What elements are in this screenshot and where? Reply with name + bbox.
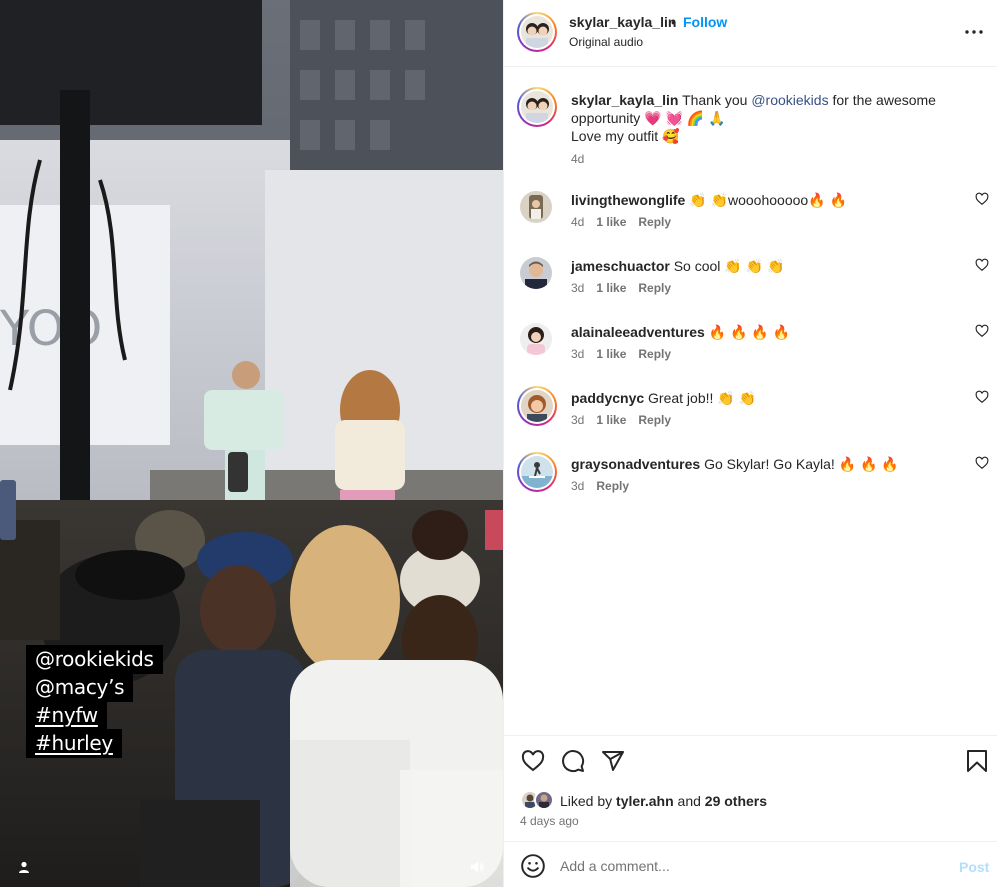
comment-text: 👏 👏wooohooooo🔥 🔥 xyxy=(689,192,847,208)
reply-button[interactable]: Reply xyxy=(596,479,629,493)
caption-line-2: Love my outfit 🥰 xyxy=(571,128,680,144)
comment-item: livingthewonglife 👏 👏wooohooooo🔥 🔥 4d 1 l… xyxy=(504,191,997,257)
post-comment-button[interactable]: Post xyxy=(959,859,989,875)
more-options-button[interactable] xyxy=(962,20,986,44)
comment-time[interactable]: 3d xyxy=(571,347,584,361)
overlay-tag-macys: @macy’s xyxy=(26,673,134,702)
comment-time[interactable]: 3d xyxy=(571,413,584,427)
comment-username[interactable]: paddycnyc xyxy=(571,390,644,406)
comment-item: alainaleeadventures 🔥 🔥 🔥 🔥 3d 1 like Repl… xyxy=(504,323,997,389)
reply-button[interactable]: Reply xyxy=(638,215,671,229)
overlay-tag-rookiekids: @rookiekids xyxy=(26,645,163,674)
comment-item: jameschuactor So cool 👏 👏 👏 3d 1 like Repl… xyxy=(504,257,997,323)
liker-username[interactable]: tyler.ahn xyxy=(616,793,674,809)
author-avatar[interactable] xyxy=(517,12,557,52)
heart-icon xyxy=(521,750,545,772)
comment-like-count[interactable]: 1 like xyxy=(596,281,626,295)
likes-others-link[interactable]: 29 others xyxy=(705,793,767,809)
post-details-panel: skylar_kayla_lin • Follow Original audio… xyxy=(503,0,997,887)
comment-time[interactable]: 4d xyxy=(571,215,584,229)
comments-list[interactable]: skylar_kayla_lin Thank you @rookiekids f… xyxy=(504,68,997,735)
mute-toggle-button[interactable] xyxy=(463,853,491,881)
liker-avatar xyxy=(534,790,554,810)
likes-text: Liked by tyler.ahn and 29 others xyxy=(560,793,767,809)
comment-text: Great job!! 👏 👏 xyxy=(648,390,757,406)
comment-input[interactable] xyxy=(560,853,940,879)
share-button[interactable] xyxy=(600,748,626,774)
speaker-icon xyxy=(471,861,484,873)
emoji-picker-button[interactable] xyxy=(520,853,546,879)
heart-icon[interactable] xyxy=(975,324,989,338)
heart-icon[interactable] xyxy=(975,192,989,206)
smiley-icon xyxy=(521,854,545,878)
comment-item: paddycnyc Great job!! 👏 👏 3d 1 like Reply xyxy=(504,386,997,455)
comment-username[interactable]: alainaleeadventures xyxy=(571,324,705,340)
tagged-users-button[interactable] xyxy=(10,853,38,881)
add-comment-bar: Post xyxy=(504,841,997,887)
post-media-video[interactable]: YOO @rookiekids @macy’s #nyfw #hurley xyxy=(0,0,503,887)
save-button[interactable] xyxy=(964,748,990,774)
separator-dot: • xyxy=(671,14,676,30)
video-caption-overlay: @rookiekids @macy’s #nyfw #hurley xyxy=(26,645,163,758)
liked-by-and: and xyxy=(677,793,701,809)
bookmark-icon xyxy=(967,750,987,772)
caption-text-before: Thank you xyxy=(682,92,748,108)
more-horizontal-icon xyxy=(965,30,983,34)
caption-username[interactable]: skylar_kayla_lin xyxy=(571,92,678,108)
commenter-avatar[interactable] xyxy=(517,386,557,426)
commenter-avatar[interactable] xyxy=(520,323,552,355)
comment-username[interactable]: jameschuactor xyxy=(571,258,670,274)
comment-text: 🔥 🔥 🔥 🔥 xyxy=(708,324,791,340)
reply-button[interactable]: Reply xyxy=(638,413,671,427)
audio-link[interactable]: Original audio xyxy=(569,35,643,49)
comment-item: graysonadventures Go Skylar! Go Kayla! 🔥… xyxy=(504,452,997,521)
caption-timestamp[interactable]: 4d xyxy=(571,152,584,166)
comment-icon xyxy=(562,750,585,773)
caption-author-avatar[interactable] xyxy=(517,87,557,127)
caption-mention-link[interactable]: @rookiekids xyxy=(751,92,828,108)
author-username[interactable]: skylar_kayla_lin xyxy=(569,14,676,30)
share-icon xyxy=(602,751,624,771)
reply-button[interactable]: Reply xyxy=(638,281,671,295)
comment-username[interactable]: livingthewonglife xyxy=(571,192,685,208)
post-caption: skylar_kayla_lin Thank you @rookiekids f… xyxy=(571,91,951,145)
post-header: skylar_kayla_lin • Follow Original audio xyxy=(504,0,997,67)
heart-icon[interactable] xyxy=(975,258,989,272)
commenter-avatar[interactable] xyxy=(517,452,557,492)
reply-button[interactable]: Reply xyxy=(638,347,671,361)
comment-text: So cool 👏 👏 👏 xyxy=(673,258,785,274)
heart-icon[interactable] xyxy=(975,390,989,404)
overlay-tag-hurley: #hurley xyxy=(26,729,122,758)
commenter-avatar[interactable] xyxy=(520,257,552,289)
post-date[interactable]: 4 days ago xyxy=(520,814,579,828)
comment-username[interactable]: graysonadventures xyxy=(571,456,700,472)
heart-icon[interactable] xyxy=(975,456,989,470)
commenter-avatar[interactable] xyxy=(520,191,552,223)
comment-time[interactable]: 3d xyxy=(571,281,584,295)
overlay-tag-nyfw: #nyfw xyxy=(26,701,107,730)
like-button[interactable] xyxy=(520,748,546,774)
post-actions: Liked by tyler.ahn and 29 others 4 days … xyxy=(504,735,997,841)
comment-button[interactable] xyxy=(560,748,586,774)
person-icon xyxy=(19,861,29,873)
comment-text: Go Skylar! Go Kayla! 🔥 🔥 🔥 xyxy=(704,456,899,472)
comment-like-count[interactable]: 1 like xyxy=(596,215,626,229)
follow-button[interactable]: Follow xyxy=(683,14,727,30)
comment-like-count[interactable]: 1 like xyxy=(596,413,626,427)
comment-like-count[interactable]: 1 like xyxy=(596,347,626,361)
liked-by-prefix: Liked by xyxy=(560,793,613,809)
comment-time[interactable]: 3d xyxy=(571,479,584,493)
